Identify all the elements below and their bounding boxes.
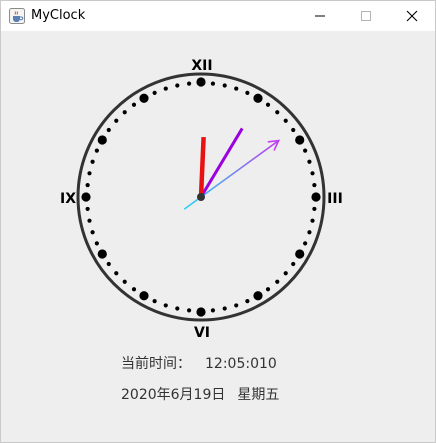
minute-marker-dot (222, 83, 227, 88)
java-coffee-cup-icon (9, 8, 25, 24)
minute-marker-dot (307, 230, 312, 235)
minute-marker-dot (275, 279, 280, 284)
minute-marker-dot (210, 308, 216, 313)
hour-marker-dot (295, 135, 305, 145)
numeral-nine: IX (60, 191, 76, 207)
minute-marker-dot (210, 81, 216, 86)
minute-marker-dot (163, 86, 168, 91)
minute-marker-dot (87, 171, 92, 176)
numeral-six: VI (194, 325, 210, 341)
clock-panel: XII III VI IX 当前时间： 12:05:010 2020年6月19日星… (1, 31, 435, 442)
close-button[interactable] (389, 1, 435, 31)
minimize-button[interactable] (297, 1, 343, 31)
minute-marker-dot (303, 148, 308, 153)
minute-marker-dot (186, 81, 192, 86)
minute-marker-dot (85, 182, 90, 188)
minute-marker-dot (163, 303, 168, 308)
minute-marker-dot (310, 171, 315, 176)
numeral-twelve: XII (191, 58, 212, 74)
analog-clock: XII III VI IX (60, 58, 343, 341)
minute-marker-dot (222, 306, 227, 311)
minute-marker-dot (122, 110, 127, 115)
hour-marker-dot (97, 135, 107, 145)
minute-marker-dot (94, 148, 99, 153)
minute-marker-dot (114, 118, 119, 123)
app-window: MyClock XII III VI IX 当前时间： 12:05:010 20… (0, 0, 436, 443)
center-pin (197, 193, 205, 201)
minute-marker-dot (87, 218, 92, 223)
minute-marker-dot (234, 303, 239, 308)
current-time-value: 12:05:010 (205, 356, 277, 372)
minute-marker-dot (90, 230, 95, 235)
current-date-line: 2020年6月19日 星期五 (121, 384, 279, 404)
minute-marker-dot (131, 287, 137, 292)
minute-marker-dot (90, 159, 95, 164)
minute-marker-dot (122, 279, 127, 284)
current-weekday: 星期五 (237, 387, 280, 403)
hour-marker-dot (253, 93, 263, 103)
minute-marker-dot (106, 127, 111, 133)
minute-marker-dot (291, 127, 296, 133)
hour-marker-dot (295, 249, 305, 259)
window-title: MyClock (31, 8, 86, 23)
minute-hand (199, 127, 244, 198)
current-time-line: 当前时间： 12:05:010 (121, 353, 277, 373)
minute-marker-dot (106, 261, 111, 267)
minute-marker-dot (291, 261, 296, 267)
minute-marker-dot (283, 118, 288, 123)
maximize-button[interactable] (343, 1, 389, 31)
maximize-icon (361, 11, 371, 21)
title-bar[interactable]: MyClock (1, 1, 435, 31)
minute-marker-dot (175, 83, 180, 88)
hour-marker-dot (139, 291, 149, 301)
minute-marker-dot (265, 287, 271, 292)
hour-marker-dot (81, 192, 91, 202)
minute-marker-dot (94, 241, 99, 246)
current-time-label: 当前时间： (121, 356, 191, 372)
minute-marker-dot (85, 206, 90, 212)
minute-marker-dot (307, 159, 312, 164)
hour-marker-dot (196, 77, 206, 87)
minute-marker-dot (265, 102, 271, 107)
current-date: 2020年6月19日 (121, 387, 226, 403)
minimize-icon (315, 15, 325, 17)
minute-marker-dot (152, 299, 157, 304)
minute-marker-dot (131, 102, 137, 107)
hour-marker-dot (253, 291, 263, 301)
hour-marker-dot (196, 307, 206, 317)
close-icon (406, 10, 418, 22)
hour-hand (198, 136, 206, 200)
minute-marker-dot (245, 299, 250, 304)
minute-marker-dot (303, 241, 308, 246)
minute-marker-dot (114, 271, 119, 276)
minute-marker-dot (175, 306, 180, 311)
minute-marker-dot (234, 86, 239, 91)
minute-marker-dot (186, 308, 192, 313)
hour-marker-dot (139, 93, 149, 103)
minute-marker-dot (245, 90, 250, 95)
minute-marker-dot (152, 90, 157, 95)
numeral-three: III (327, 191, 343, 207)
minute-marker-dot (283, 271, 288, 276)
minute-marker-dot (312, 206, 317, 212)
hour-marker-dot (97, 249, 107, 259)
hour-marker-dot (311, 192, 321, 202)
minute-marker-dot (310, 218, 315, 223)
minute-marker-dot (312, 182, 317, 188)
minute-marker-dot (275, 110, 280, 115)
